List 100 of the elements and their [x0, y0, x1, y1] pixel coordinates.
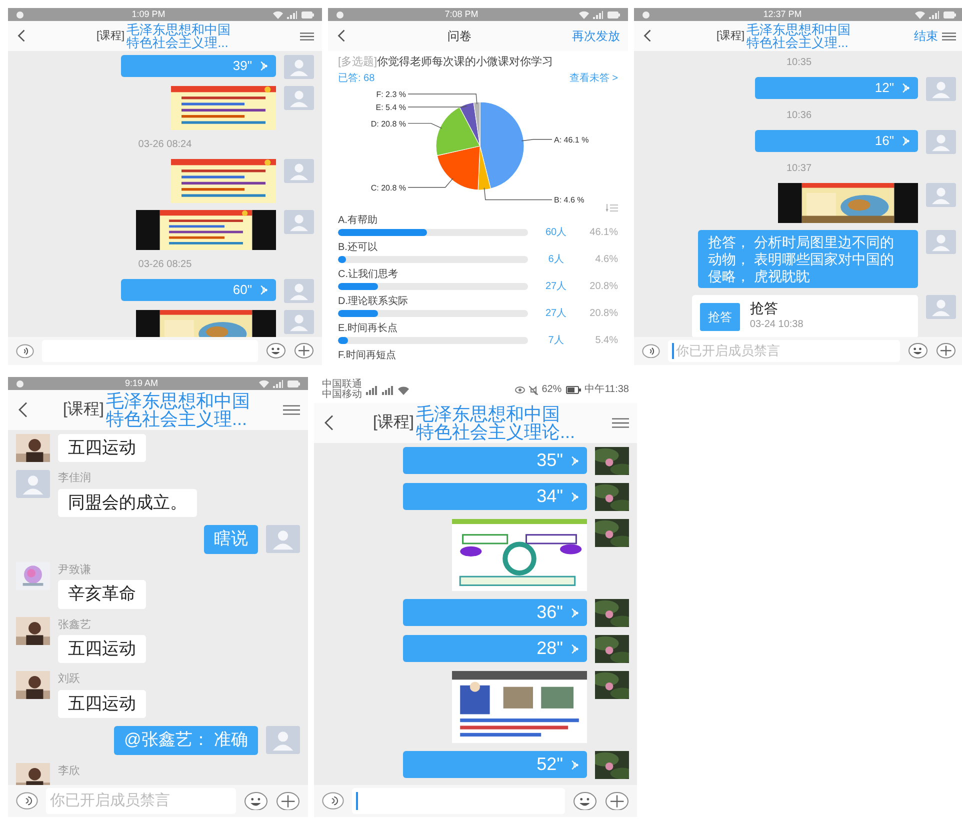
- status-time: 7:08 PM: [444, 8, 478, 21]
- notification-icon: [336, 10, 344, 18]
- chat-title: 毛泽东思想和中国: [746, 23, 851, 36]
- menu-icon[interactable]: [300, 30, 314, 42]
- answer-button[interactable]: 抢答: [700, 302, 740, 331]
- battery-icon: [566, 386, 581, 394]
- vote-count: 27人: [544, 280, 568, 292]
- voice-message[interactable]: 36": [402, 599, 587, 626]
- vote-count: 27人: [544, 308, 568, 320]
- message-input[interactable]: 你已开启成员禁言: [46, 788, 236, 814]
- voice-message[interactable]: 52": [402, 751, 587, 778]
- answer-card[interactable]: 抢答 抢答 03-24 10:38: [692, 295, 918, 337]
- voice-message[interactable]: 16": [754, 130, 918, 152]
- voice-toggle-icon[interactable]: [16, 344, 34, 358]
- leader-line: [484, 186, 552, 200]
- voice-wave-icon: [569, 492, 579, 502]
- sender-name: 李欣: [58, 764, 80, 779]
- slice-label: A: 46.1 %: [554, 134, 589, 144]
- vote-percent: 46.1%: [588, 226, 618, 238]
- voice-message[interactable]: 28": [402, 635, 587, 662]
- status-time: 9:19 AM: [124, 377, 158, 390]
- voice-toggle-icon[interactable]: [322, 792, 344, 810]
- header-action-link[interactable]: 再次发放: [572, 27, 620, 45]
- signal-icon: [273, 380, 283, 388]
- answered-count: 已答: 68: [338, 72, 375, 86]
- emoji-icon[interactable]: [908, 343, 928, 359]
- voice-toggle-icon[interactable]: [16, 792, 38, 810]
- message-bubble: @张鑫艺： 准确: [114, 726, 258, 755]
- message-bubble: 五四运动: [58, 434, 146, 462]
- message-input[interactable]: 你已开启成员禁言: [668, 340, 900, 362]
- signal-icon: [929, 10, 939, 18]
- chat-title: 特色社会主义理...: [106, 410, 247, 428]
- plus-icon[interactable]: [276, 792, 300, 810]
- chat-title: 毛泽东思想和中国: [416, 405, 561, 423]
- sender-name: 刘跃: [58, 672, 80, 688]
- plus-icon[interactable]: [936, 343, 956, 359]
- notification-icon: [16, 380, 24, 388]
- back-icon[interactable]: [16, 400, 30, 420]
- status-time: 中午11:38: [584, 384, 629, 396]
- emoji-icon[interactable]: [573, 792, 597, 810]
- leader-line: [521, 138, 552, 141]
- carrier-name: 中国联通: [322, 380, 362, 390]
- back-icon[interactable]: [322, 413, 336, 433]
- unanswered-link[interactable]: 查看未答 >: [569, 70, 618, 86]
- plus-icon[interactable]: [605, 792, 629, 810]
- message-bubble: 五四运动: [58, 690, 146, 718]
- back-icon[interactable]: [16, 28, 27, 44]
- course-tag: [课程]: [63, 398, 104, 422]
- message-input[interactable]: [352, 788, 565, 814]
- wifi-icon: [259, 380, 269, 388]
- voice-wave-icon: [258, 285, 268, 295]
- vote-percent: 20.8%: [588, 308, 618, 320]
- course-tag: [课程]: [96, 28, 125, 44]
- carrier-name: 中国移动: [322, 390, 362, 400]
- timestamp: 10:37: [786, 162, 812, 176]
- signal-icon: [366, 386, 378, 394]
- battery-icon: [301, 10, 314, 18]
- wifi-icon: [398, 386, 409, 394]
- voice-message[interactable]: 35": [402, 447, 587, 474]
- voice-wave-icon: [258, 61, 268, 71]
- wifi-icon: [273, 10, 283, 18]
- leader-line: [408, 177, 454, 188]
- emoji-icon[interactable]: [266, 343, 286, 359]
- voice-toggle-icon[interactable]: [642, 344, 660, 358]
- option-label: D.理论联系实际: [338, 294, 409, 308]
- plus-icon[interactable]: [294, 343, 314, 359]
- course-tag: [课程]: [373, 411, 414, 435]
- wifi-icon: [579, 10, 589, 18]
- timestamp: 10:36: [786, 109, 812, 123]
- card-time: 03-24 10:38: [750, 318, 804, 332]
- notification-icon: [642, 10, 650, 18]
- sender-name: 尹致谦: [58, 562, 91, 578]
- card-title: 抢答: [750, 301, 779, 317]
- voice-wave-icon: [569, 456, 579, 466]
- voice-message[interactable]: 39": [121, 55, 276, 77]
- timestamp: 03-26 08:24: [138, 138, 192, 152]
- back-icon[interactable]: [336, 28, 347, 44]
- header-action-link[interactable]: 结束: [914, 27, 938, 45]
- timestamp: 03-26 08:25: [138, 258, 192, 272]
- chat-title: 特色社会主义理...: [746, 36, 848, 49]
- menu-icon[interactable]: [612, 416, 629, 430]
- emoji-icon[interactable]: [244, 792, 268, 810]
- slice-label: D: 20.8 %: [370, 118, 406, 128]
- voice-message[interactable]: 60": [121, 279, 276, 301]
- back-icon[interactable]: [642, 28, 653, 44]
- vote-count: 60人: [544, 226, 568, 238]
- vote-count: 7人: [547, 334, 565, 346]
- eye-icon: [514, 386, 525, 394]
- vote-percent: 4.6%: [594, 254, 618, 266]
- voice-message[interactable]: 34": [402, 483, 587, 510]
- battery-percent: 62%: [542, 384, 562, 396]
- menu-icon[interactable]: [283, 403, 300, 417]
- vote-percent: 20.8%: [588, 280, 618, 292]
- slice-label: F: 2.3 %: [376, 90, 406, 98]
- menu-icon[interactable]: [942, 30, 956, 42]
- sender-name: 张鑫艺: [58, 618, 91, 633]
- voice-message[interactable]: 12": [754, 77, 918, 99]
- signal-icon: [382, 386, 394, 394]
- status-time: 12:37 PM: [763, 8, 802, 21]
- message-bubble: 抢答， 分析时局图里边不同的动物， 表明哪些国家对中国的侵略， 虎视眈眈: [698, 230, 918, 288]
